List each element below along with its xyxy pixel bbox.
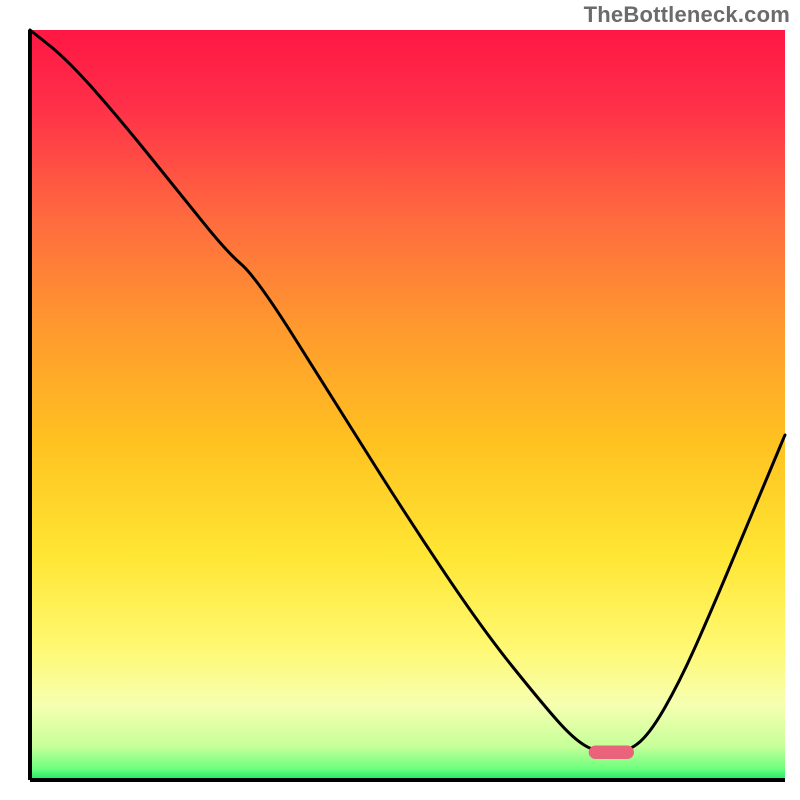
plot-background: [30, 30, 785, 780]
watermark-text: TheBottleneck.com: [584, 2, 790, 28]
bottleneck-chart: [0, 0, 800, 800]
chart-stage: TheBottleneck.com: [0, 0, 800, 800]
min-marker: [589, 746, 634, 760]
